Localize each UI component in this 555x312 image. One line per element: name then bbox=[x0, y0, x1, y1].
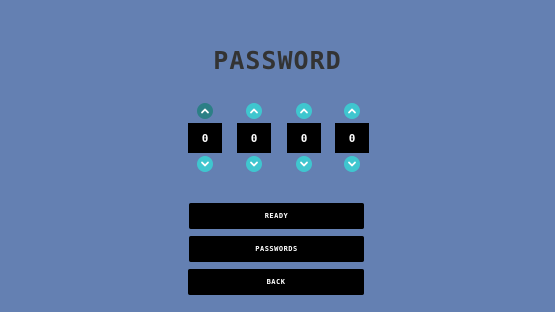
chevron-down-icon[interactable] bbox=[197, 156, 213, 172]
digit-selector-2: 0 bbox=[237, 103, 271, 173]
chevron-up-icon[interactable] bbox=[296, 103, 312, 119]
chevron-up-icon[interactable] bbox=[246, 103, 262, 119]
ready-button[interactable]: READY bbox=[189, 203, 364, 229]
digit-value-1: 0 bbox=[188, 123, 222, 153]
digit-value-4: 0 bbox=[335, 123, 369, 153]
chevron-down-icon[interactable] bbox=[344, 156, 360, 172]
chevron-down-icon[interactable] bbox=[246, 156, 262, 172]
digit-value-2: 0 bbox=[237, 123, 271, 153]
page-title: PASSWORD bbox=[213, 46, 342, 75]
digit-selector-3: 0 bbox=[287, 103, 321, 173]
digit-value-3: 0 bbox=[287, 123, 321, 153]
passwords-button[interactable]: PASSWORDS bbox=[189, 236, 364, 262]
chevron-up-icon[interactable] bbox=[344, 103, 360, 119]
digit-selector-4: 0 bbox=[335, 103, 369, 173]
chevron-down-icon[interactable] bbox=[296, 156, 312, 172]
back-button[interactable]: BACK bbox=[188, 269, 364, 295]
chevron-up-icon[interactable] bbox=[197, 103, 213, 119]
digit-selector-1: 0 bbox=[188, 103, 222, 173]
